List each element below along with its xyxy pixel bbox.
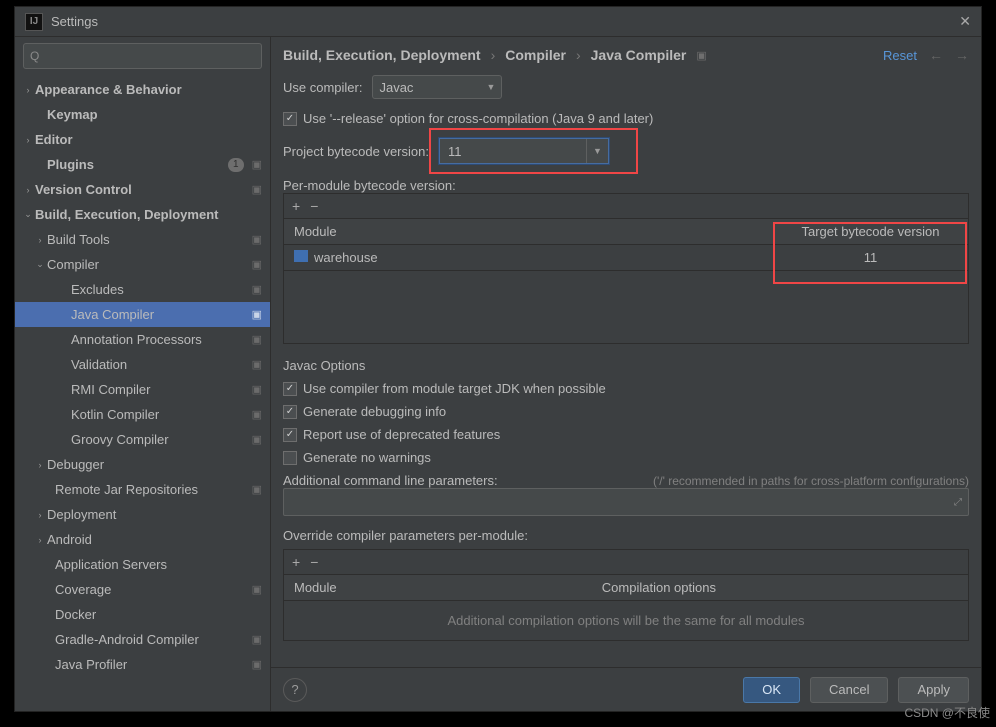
project-bytecode-value: 11 xyxy=(440,144,586,159)
apply-button[interactable]: Apply xyxy=(898,677,969,703)
release-option-checkbox[interactable]: ✓ Use '--release' option for cross-compi… xyxy=(283,111,969,126)
tree-keymap[interactable]: Keymap xyxy=(15,102,270,127)
ok-button[interactable]: OK xyxy=(743,677,800,703)
breadcrumb-leaf: Java Compiler xyxy=(591,47,687,63)
opt-deprecated-checkbox[interactable]: ✓Report use of deprecated features xyxy=(283,427,969,442)
tree-app-servers[interactable]: Application Servers xyxy=(15,552,270,577)
close-icon[interactable]: ✕ xyxy=(959,13,971,30)
project-bytecode-dropdown[interactable]: 11 ▼ xyxy=(439,138,609,164)
settings-tree: ›Appearance & Behavior Keymap ›Editor Pl… xyxy=(15,75,270,711)
project-indicator-icon: ▣ xyxy=(696,49,706,62)
tree-deployment[interactable]: ›Deployment xyxy=(15,502,270,527)
tree-bed[interactable]: ⌄Build, Execution, Deployment xyxy=(15,202,270,227)
content-panel: Use compiler: Javac ▼ ✓ Use '--release' … xyxy=(271,71,981,667)
override-empty-note: Additional compilation options will be t… xyxy=(284,601,968,640)
tree-appearance[interactable]: ›Appearance & Behavior xyxy=(15,77,270,102)
search-icon: Q xyxy=(30,49,39,63)
module-name: warehouse xyxy=(314,250,378,265)
module-target-value[interactable]: 11 xyxy=(773,245,968,270)
tree-remote-jar[interactable]: Remote Jar Repositories▣ xyxy=(15,477,270,502)
project-indicator-icon: ▣ xyxy=(252,158,262,171)
checkbox-icon: ✓ xyxy=(283,112,297,126)
folder-icon xyxy=(294,250,308,262)
chevron-down-icon: ▼ xyxy=(586,139,608,163)
add-override-button[interactable]: + xyxy=(292,554,300,570)
plugins-badge: 1 xyxy=(228,158,244,172)
tree-version-control[interactable]: ›Version Control▣ xyxy=(15,177,270,202)
release-option-label: Use '--release' option for cross-compila… xyxy=(303,111,653,126)
use-compiler-label: Use compiler: xyxy=(283,80,362,95)
tree-plugins[interactable]: Plugins1▣ xyxy=(15,152,270,177)
settings-sidebar: Q ›Appearance & Behavior Keymap ›Editor … xyxy=(15,37,271,711)
javac-options-title: Javac Options xyxy=(283,358,969,373)
opt-target-jdk-checkbox[interactable]: ✓Use compiler from module target JDK whe… xyxy=(283,381,969,396)
tree-compiler[interactable]: ⌄Compiler▣ xyxy=(15,252,270,277)
project-bytecode-label: Project bytecode version: xyxy=(283,144,429,159)
per-module-label: Per-module bytecode version: xyxy=(283,178,969,193)
remove-override-button[interactable]: − xyxy=(310,554,318,570)
addl-params-label: Additional command line parameters: xyxy=(283,473,498,488)
titlebar: IJ Settings ✕ xyxy=(15,7,981,37)
override-table: + − Module Compilation options Additiona… xyxy=(283,549,969,641)
search-field[interactable] xyxy=(45,49,255,63)
breadcrumb-mid[interactable]: Compiler xyxy=(505,47,566,63)
tree-editor[interactable]: ›Editor xyxy=(15,127,270,152)
addl-params-hint: ('/' recommended in paths for cross-plat… xyxy=(653,474,969,488)
use-compiler-value: Javac xyxy=(379,80,413,95)
override-module-header: Module xyxy=(284,575,592,600)
tree-annotation[interactable]: Annotation Processors▣ xyxy=(15,327,270,352)
expand-icon[interactable]: ⤢ xyxy=(954,497,962,508)
reset-link[interactable]: Reset xyxy=(883,48,917,63)
tree-gradle-android[interactable]: Gradle-Android Compiler▣ xyxy=(15,627,270,652)
tree-android[interactable]: ›Android xyxy=(15,527,270,552)
tree-rmi[interactable]: RMI Compiler▣ xyxy=(15,377,270,402)
chevron-right-icon: › xyxy=(491,47,496,63)
tree-validation[interactable]: Validation▣ xyxy=(15,352,270,377)
tree-docker[interactable]: Docker xyxy=(15,602,270,627)
remove-module-button[interactable]: − xyxy=(310,198,318,214)
override-opts-header: Compilation options xyxy=(592,575,968,600)
cancel-button[interactable]: Cancel xyxy=(810,677,888,703)
app-logo-icon: IJ xyxy=(25,13,43,31)
module-row[interactable]: warehouse 11 xyxy=(284,245,968,271)
tree-debugger[interactable]: ›Debugger xyxy=(15,452,270,477)
help-button[interactable]: ? xyxy=(283,678,307,702)
search-input[interactable]: Q xyxy=(23,43,262,69)
back-icon[interactable]: ← xyxy=(929,47,943,63)
tree-excludes[interactable]: Excludes▣ xyxy=(15,277,270,302)
override-label: Override compiler parameters per-module: xyxy=(283,528,969,543)
tree-java-compiler[interactable]: Java Compiler▣ xyxy=(15,302,270,327)
chevron-down-icon: ▼ xyxy=(487,82,496,92)
dialog-footer: ? OK Cancel Apply xyxy=(271,667,981,711)
breadcrumb-root[interactable]: Build, Execution, Deployment xyxy=(283,47,481,63)
settings-dialog: IJ Settings ✕ Q ›Appearance & Behavior K… xyxy=(14,6,982,712)
tree-java-profiler[interactable]: Java Profiler▣ xyxy=(15,652,270,677)
breadcrumb: Build, Execution, Deployment › Compiler … xyxy=(283,47,707,63)
tree-coverage[interactable]: Coverage▣ xyxy=(15,577,270,602)
per-module-table: + − Module Target bytecode version wareh… xyxy=(283,193,969,344)
use-compiler-dropdown[interactable]: Javac ▼ xyxy=(372,75,502,99)
tree-kotlin[interactable]: Kotlin Compiler▣ xyxy=(15,402,270,427)
module-column-header: Module xyxy=(284,219,773,244)
watermark: CSDN @不良使 xyxy=(904,704,990,721)
addl-params-input[interactable]: ⤢ xyxy=(283,488,969,516)
dialog-title: Settings xyxy=(51,14,98,29)
forward-icon[interactable]: → xyxy=(955,47,969,63)
opt-debug-checkbox[interactable]: ✓Generate debugging info xyxy=(283,404,969,419)
settings-main: Build, Execution, Deployment › Compiler … xyxy=(271,37,981,711)
checkbox-unchecked-icon xyxy=(283,451,297,465)
tree-build-tools[interactable]: ›Build Tools▣ xyxy=(15,227,270,252)
target-column-header: Target bytecode version xyxy=(773,219,968,244)
add-module-button[interactable]: + xyxy=(292,198,300,214)
main-header: Build, Execution, Deployment › Compiler … xyxy=(271,37,981,71)
chevron-right-icon: › xyxy=(576,47,581,63)
opt-nowarn-checkbox[interactable]: Generate no warnings xyxy=(283,450,969,465)
tree-groovy[interactable]: Groovy Compiler▣ xyxy=(15,427,270,452)
